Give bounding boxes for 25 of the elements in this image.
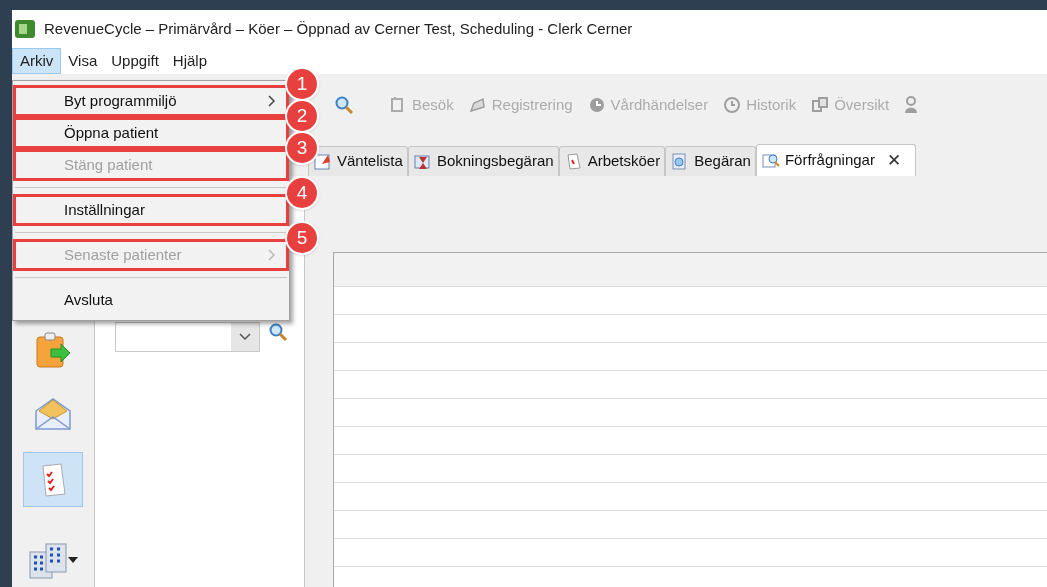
tab[interactable]: Förfrågningar ✕ (755, 144, 916, 176)
close-tab-button[interactable]: ✕ (886, 147, 901, 174)
menu-bar-item[interactable]: Arkiv (12, 48, 62, 74)
menu-bar-item[interactable]: Hjälp (165, 48, 214, 74)
menu-bar-item[interactable]: Uppgift (104, 48, 166, 74)
clock-icon (722, 95, 743, 115)
tab[interactable]: Arbetsköer (558, 146, 666, 176)
search-icon[interactable] (268, 322, 288, 342)
calendar-icon (313, 151, 333, 172)
window-title: RevenueCycle – Primärvård – Köer – Öppnad av Cerner Test, Scheduling - Clerk Cerner (44, 18, 633, 39)
tab[interactable]: Väntelista (308, 146, 408, 176)
app-logo-icon (14, 18, 36, 40)
menu-item[interactable]: Öppna patient (13, 117, 289, 149)
dropdown-caret-icon (68, 556, 78, 563)
chevron-down-icon (239, 333, 251, 341)
menu-item[interactable]: Avsluta (13, 284, 289, 316)
tab[interactable]: Begäran (665, 146, 756, 176)
menu-item[interactable]: Byt programmiljö (13, 85, 289, 117)
combo-box[interactable] (115, 322, 260, 352)
menu-item[interactable]: Inställningar (13, 194, 289, 226)
pencil-icon (467, 95, 488, 115)
tab[interactable]: Bokningsbegäran (407, 146, 559, 176)
windows-icon (810, 95, 831, 115)
menu-bar-item[interactable]: Visa (61, 48, 105, 74)
search-icon[interactable] (334, 95, 354, 115)
